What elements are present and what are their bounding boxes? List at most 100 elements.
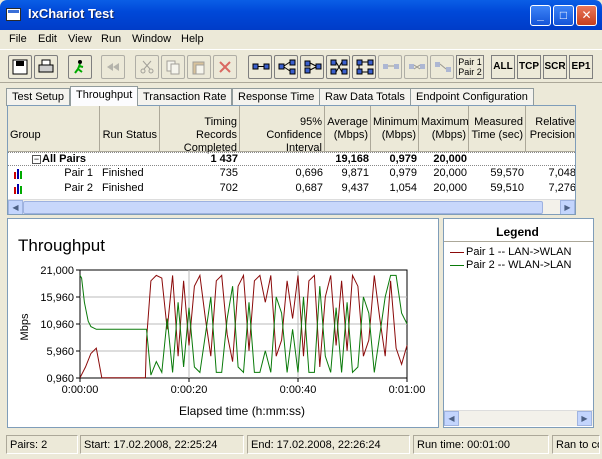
status-start: Start: 17.02.2008, 22:25:24: [80, 435, 244, 454]
ep1-button[interactable]: EP1: [569, 55, 593, 79]
menu-window[interactable]: Window: [132, 33, 171, 45]
rewind-icon: [107, 63, 119, 71]
pair-time: 59,510: [490, 182, 524, 194]
menu-file[interactable]: File: [9, 33, 27, 45]
pair-chart-icon: [14, 169, 22, 179]
all-pairs-minimum: 0,979: [389, 153, 417, 165]
x-tick-label: 0:01:00: [389, 384, 426, 396]
print-button[interactable]: [34, 55, 58, 79]
legend-scroll-right-arrow-icon[interactable]: ▶: [577, 411, 592, 426]
legend-swatch: [450, 251, 464, 253]
col-run-status[interactable]: Run Status: [100, 106, 160, 152]
pair-name: Pair 2: [64, 182, 93, 194]
pair-average: 9,437: [341, 182, 369, 194]
tab-response-time[interactable]: Response Time: [232, 88, 321, 106]
results-grid: Group Run Status Timing Records Complete…: [7, 105, 576, 215]
legend-panel: Legend Pair 1 -- LAN->WLAN Pair 2 -- WLA…: [443, 218, 594, 428]
edit-pair-button[interactable]: [378, 55, 402, 79]
col-minimum[interactable]: Minimum (Mbps): [371, 106, 419, 152]
run-button[interactable]: [68, 55, 92, 79]
pair-chart-icon: [14, 184, 22, 194]
legend-item-label: Pair 1 -- LAN->WLAN: [466, 246, 572, 258]
menu-help[interactable]: Help: [181, 33, 204, 45]
collapse-toggle-icon[interactable]: −: [32, 155, 41, 164]
add-multicast-button[interactable]: [274, 55, 298, 79]
status-end: End: 17.02.2008, 22:26:24: [247, 435, 410, 454]
edit-pair-icon: [383, 64, 399, 69]
col-relative-precision-label-1: Relative: [535, 116, 575, 128]
status-pairs: Pairs: 2: [6, 435, 78, 454]
pair-name: Pair 1: [64, 167, 93, 179]
col-maximum-label-2: (Mbps): [431, 129, 466, 141]
maximize-button[interactable]: □: [553, 5, 574, 26]
scroll-left-arrow-icon[interactable]: ◀: [8, 200, 23, 214]
hardware-pair-button[interactable]: [300, 55, 324, 79]
all-pairs-row[interactable]: − All Pairs 1 437 19,168 0,979 20,000: [8, 152, 575, 166]
col-measured-time-label-1: Measured: [474, 116, 523, 128]
swap-pair-button[interactable]: [404, 55, 428, 79]
voip-pair-button[interactable]: [326, 55, 350, 79]
pair-icon: [252, 63, 270, 70]
copy-button[interactable]: [161, 55, 185, 79]
tab-transaction-rate[interactable]: Transaction Rate: [137, 88, 233, 106]
swap-icon: [409, 64, 425, 70]
tab-raw-data-totals[interactable]: Raw Data Totals: [319, 88, 411, 106]
table-row[interactable]: Pair 1 Finished 735 0,696 9,871 0,979 20…: [8, 167, 575, 182]
status-ran: Ran to co: [552, 435, 600, 454]
col-measured-time[interactable]: Measured Time (sec): [469, 106, 526, 152]
col-maximum[interactable]: Maximum (Mbps): [419, 106, 469, 152]
legend-swatch: [450, 264, 464, 266]
renumber-button[interactable]: [430, 55, 454, 79]
save-button[interactable]: [8, 55, 32, 79]
pair-time: 59,570: [490, 167, 524, 179]
col-average-label-1: Average: [327, 116, 368, 128]
tab-test-setup[interactable]: Test Setup: [6, 88, 70, 106]
col-timing-records[interactable]: Timing Records Completed: [160, 106, 240, 154]
col-minimum-label-2: (Mbps): [381, 129, 416, 141]
close-button[interactable]: ✕: [576, 5, 597, 26]
col-relative-precision[interactable]: Relative Precision: [526, 106, 575, 152]
col-group[interactable]: Group: [8, 106, 100, 152]
all-pairs-records: 1 437: [210, 153, 238, 165]
video-pair-button[interactable]: [352, 55, 376, 79]
table-row[interactable]: Pair 2 Finished 702 0,687 9,437 1,054 20…: [8, 182, 575, 197]
tab-endpoint-configuration[interactable]: Endpoint Configuration: [410, 88, 534, 106]
add-pair-button[interactable]: [248, 55, 272, 79]
col-average-label-2: (Mbps): [333, 129, 368, 141]
pair-toggle-button[interactable]: Pair 1 Pair 2: [456, 55, 484, 79]
tab-throughput[interactable]: Throughput: [70, 86, 139, 106]
printer-icon: [38, 59, 54, 73]
legend-divider: [444, 241, 593, 242]
menu-view[interactable]: View: [68, 33, 92, 45]
stop-button[interactable]: [101, 55, 125, 79]
legend-item-pair-1[interactable]: Pair 1 -- LAN->WLAN: [450, 246, 571, 258]
menu-edit[interactable]: Edit: [38, 33, 57, 45]
menu-run[interactable]: Run: [101, 33, 121, 45]
grid-horizontal-scrollbar[interactable]: ◀ ▶: [8, 199, 575, 214]
pair-minimum: 1,054: [389, 182, 417, 194]
col-measured-time-label-2: Time (sec): [471, 129, 523, 141]
clipboard-icon: [192, 61, 205, 75]
y-tick-label: 5,960: [46, 346, 74, 358]
status-bar: Pairs: 2 Start: 17.02.2008, 22:25:24 End…: [0, 432, 602, 459]
scr-button[interactable]: SCR: [543, 55, 567, 79]
floppy-icon: [12, 59, 28, 75]
minimize-button[interactable]: _: [530, 5, 551, 26]
video-pair-icon: [356, 59, 374, 75]
legend-scroll-left-arrow-icon[interactable]: ◀: [444, 411, 459, 426]
paste-button[interactable]: [187, 55, 211, 79]
scroll-right-arrow-icon[interactable]: ▶: [560, 200, 575, 214]
chart-title: Throughput: [18, 236, 105, 255]
scroll-thumb[interactable]: [23, 201, 543, 214]
cut-button[interactable]: [135, 55, 159, 79]
tcp-button[interactable]: TCP: [517, 55, 541, 79]
all-button[interactable]: ALL: [491, 55, 515, 79]
delete-button[interactable]: [213, 55, 237, 79]
col-confidence[interactable]: 95% Confidence Interval: [240, 106, 325, 154]
all-pairs-average: 19,168: [335, 153, 369, 165]
col-average[interactable]: Average (Mbps): [325, 106, 371, 152]
legend-horizontal-scrollbar[interactable]: ◀ ▶: [444, 410, 593, 426]
legend-item-pair-2[interactable]: Pair 2 -- WLAN->LAN: [450, 259, 571, 271]
x-tick-label: 0:00:00: [62, 384, 99, 396]
copy-icon: [166, 60, 180, 75]
